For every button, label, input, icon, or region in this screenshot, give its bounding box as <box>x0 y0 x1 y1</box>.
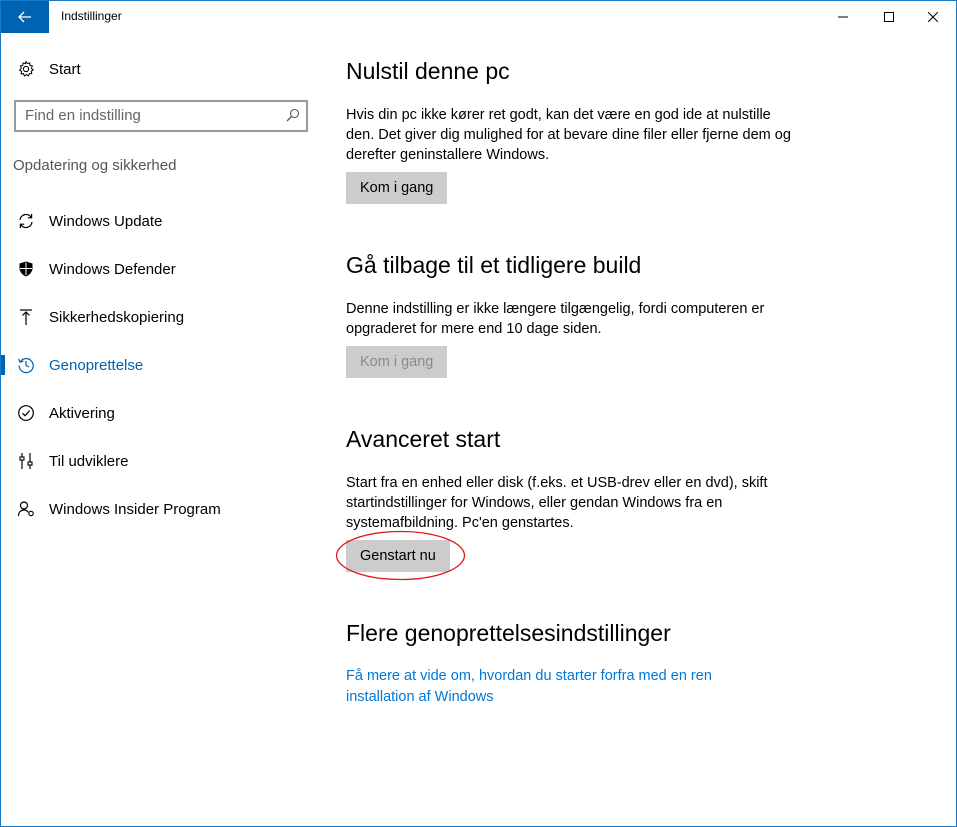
restart-now-button[interactable]: Genstart nu <box>346 540 450 572</box>
sidebar: Start Opdatering og sikkerhed <box>1 33 331 826</box>
sidebar-item-label: Til udviklere <box>49 452 129 470</box>
section-header: Opdatering og sikkerhed <box>13 157 177 174</box>
shield-icon <box>17 260 35 278</box>
sidebar-item-backup[interactable]: Sikkerhedskopiering <box>1 293 331 341</box>
sidebar-item-label: Windows Insider Program <box>49 500 221 518</box>
sidebar-item-label: Windows Defender <box>49 260 176 278</box>
search-icon[interactable] <box>286 108 300 122</box>
sidebar-item-insider[interactable]: Windows Insider Program <box>1 485 331 533</box>
gear-icon <box>17 60 35 78</box>
nav-list: Windows Update Windows Defender Sikkerhe… <box>1 197 331 533</box>
go-back-get-started-button: Kom i gang <box>346 346 448 378</box>
sidebar-item-activation[interactable]: Aktivering <box>1 389 331 437</box>
insider-person-icon <box>17 500 35 518</box>
sidebar-item-recovery[interactable]: Genoprettelse <box>1 341 331 389</box>
developer-icon <box>17 452 35 470</box>
advanced-startup-description: Start fra en enhed eller disk (f.eks. et… <box>346 475 768 531</box>
back-button[interactable] <box>1 1 49 33</box>
back-arrow-icon <box>18 11 31 23</box>
maximize-button[interactable] <box>866 1 912 33</box>
sidebar-item-windows-defender[interactable]: Windows Defender <box>1 245 331 293</box>
sidebar-item-label: Windows Update <box>49 212 163 230</box>
more-options-title: Flere genoprettelsesindstillinger <box>346 620 671 646</box>
close-button[interactable] <box>910 1 956 33</box>
learn-more-link[interactable]: Få mere at vide om, hvordan du starter f… <box>346 666 766 708</box>
sidebar-item-developers[interactable]: Til udviklere <box>1 437 331 485</box>
advanced-startup-title: Avanceret start <box>346 426 501 452</box>
app-title: Indstillinger <box>61 9 122 23</box>
sidebar-item-start[interactable]: Start <box>1 53 331 85</box>
backup-arrow-icon <box>17 308 35 326</box>
sidebar-item-label: Sikkerhedskopiering <box>49 308 185 326</box>
sync-icon <box>17 212 35 230</box>
check-circle-icon <box>17 404 35 422</box>
sidebar-item-label: Aktivering <box>49 404 115 422</box>
settings-window: Indstillinger Start Find en indstilling … <box>0 0 957 827</box>
sidebar-item-label: Start <box>49 60 81 78</box>
reset-description: Hvis din pc ikke kører ret godt, kan det… <box>346 107 791 163</box>
search-box[interactable] <box>14 100 308 132</box>
reset-title: Nulstil denne pc <box>346 58 510 84</box>
history-icon <box>17 356 35 374</box>
search-input[interactable] <box>25 107 275 124</box>
reset-get-started-button[interactable]: Kom i gang <box>346 172 448 204</box>
maximize-icon <box>884 12 894 22</box>
title-bar: Indstillinger <box>1 1 956 33</box>
minimize-icon <box>838 16 848 18</box>
sidebar-item-label: Genoprettelse <box>49 356 144 374</box>
sidebar-item-windows-update[interactable]: Windows Update <box>1 197 331 245</box>
go-back-title: Gå tilbage til et tidligere build <box>346 252 642 278</box>
go-back-description: Denne indstilling er ikke længere tilgæn… <box>346 301 765 337</box>
close-icon <box>928 12 938 22</box>
minimize-button[interactable] <box>820 1 866 33</box>
